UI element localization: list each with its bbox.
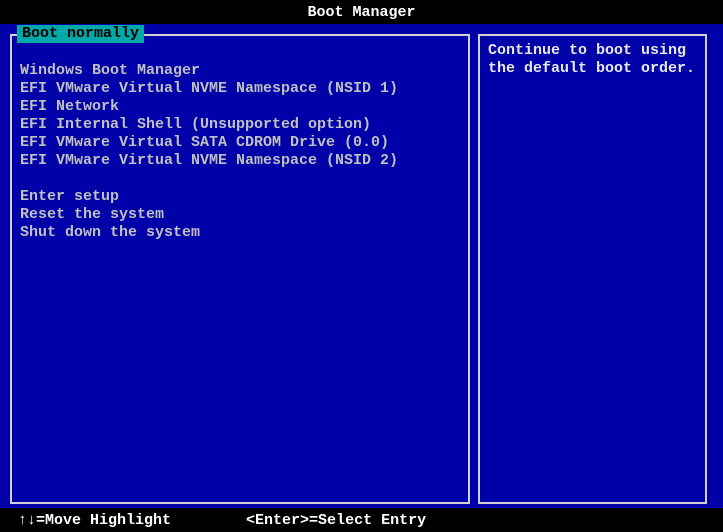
system-entry-reset[interactable]: Reset the system: [20, 206, 460, 224]
help-select-entry: <Enter>=Select Entry: [246, 512, 426, 529]
help-move-highlight: ↑↓=Move Highlight: [18, 512, 171, 529]
boot-entry[interactable]: EFI VMware Virtual NVME Namespace (NSID …: [20, 152, 460, 170]
boot-menu-panel: Boot normally Windows Boot Manager EFI V…: [10, 34, 470, 504]
description-text-line: Continue to boot using: [488, 42, 697, 60]
app-title: Boot Manager: [307, 4, 415, 21]
menu-spacer: [20, 170, 460, 188]
main-area: Boot normally Windows Boot Manager EFI V…: [0, 24, 723, 508]
selected-entry-highlight[interactable]: Boot normally: [17, 25, 144, 43]
boot-entry[interactable]: EFI VMware Virtual NVME Namespace (NSID …: [20, 80, 460, 98]
boot-entry[interactable]: EFI Network: [20, 98, 460, 116]
selected-entry-label: Boot normally: [22, 25, 139, 42]
help-bar: ↑↓=Move Highlight <Enter>=Select Entry: [0, 508, 723, 529]
boot-entry[interactable]: EFI Internal Shell (Unsupported option): [20, 116, 460, 134]
boot-entry[interactable]: EFI VMware Virtual SATA CDROM Drive (0.0…: [20, 134, 460, 152]
description-text-line: the default boot order.: [488, 60, 697, 78]
title-bar: Boot Manager: [0, 0, 723, 24]
description-panel: Continue to boot using the default boot …: [478, 34, 707, 504]
boot-entry[interactable]: Windows Boot Manager: [20, 62, 460, 80]
menu-content: Windows Boot Manager EFI VMware Virtual …: [12, 36, 468, 250]
system-entry-setup[interactable]: Enter setup: [20, 188, 460, 206]
system-entry-shutdown[interactable]: Shut down the system: [20, 224, 460, 242]
